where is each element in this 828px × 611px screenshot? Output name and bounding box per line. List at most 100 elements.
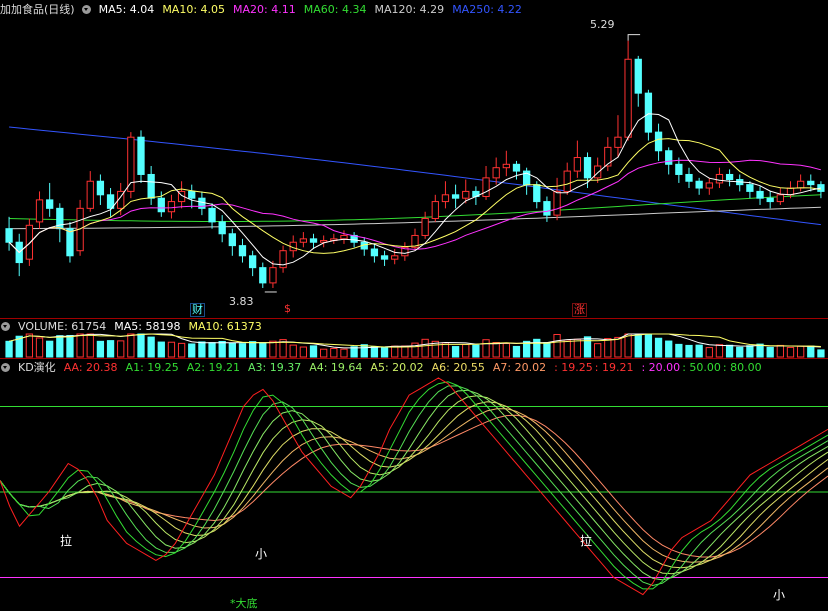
limit-up-event-marker[interactable]: 涨 [572,303,587,317]
volume-bar [320,348,328,358]
kd-signal-xiao-2: 小 [773,588,786,602]
candle-body [147,173,155,199]
volume-bar [725,344,734,358]
candle-body [35,199,44,223]
volume-bar [807,345,815,358]
dollar-event-marker[interactable]: $ [284,303,291,315]
candle-body [807,180,815,186]
candle-body [391,255,399,260]
volume-bar [330,347,338,358]
low-price-marker: 3.83 [229,295,254,308]
volume-bar [543,342,551,358]
volume-bar [644,333,653,358]
kd-aa-label: AA: 20.38 [63,361,118,374]
volume-bar [127,333,135,358]
candle-body [796,180,805,189]
volume-bar [66,334,74,358]
kd-a7-label: A7: 20.02 [492,361,547,374]
volume-bar [736,346,744,358]
kd-title: KD演化 [18,361,56,374]
volume-bar [492,341,500,358]
candle-body [167,201,176,213]
ma5-label: MA5: 4.04 [98,3,155,16]
collapse-toggle-icon[interactable] [81,5,91,14]
candle-body [86,180,94,209]
candle-body [137,136,145,175]
candle-body [695,180,703,189]
kd-v2-label: : 19.21 [594,361,634,374]
candle-body [188,190,196,199]
volume-bar [624,333,632,358]
candle-body [299,238,308,243]
kd-a5-line [0,401,828,569]
kd-a4-label: A4: 19.64 [309,361,363,374]
candle-body [66,228,74,257]
candle-body [25,224,34,260]
candle-body [259,267,267,284]
volume-bar [248,341,257,358]
finance-event-marker[interactable]: 财 [190,303,205,317]
candle-body [776,194,784,203]
volume-bar [299,346,308,358]
candle-body [685,173,693,182]
candle-body [756,190,764,199]
candle-body [421,218,429,236]
kd-a1-line [0,381,828,590]
volume-bar [360,344,368,358]
kd-signal-la-2: 拉 [580,534,593,548]
kd-panel-header: KD演化 AA: 20.38 A1: 19.25 A2: 19.21 A3: 19.37… [0,360,770,376]
volume-bar [665,340,673,358]
volume-bar [462,344,470,358]
candle-body [634,58,642,94]
volume-bar [380,346,389,358]
volume-panel-header: VOLUME: 61754 MA5: 58198 MA10: 61373 [0,319,270,335]
kd-signal-la-1: 拉 [60,534,73,548]
candle-body [553,190,561,216]
kd-a6-label: A6: 20.55 [431,361,485,374]
volume-bar [117,340,125,358]
kd-a6-line [0,408,828,563]
volume-bar [421,338,429,358]
volume-bar [106,340,115,358]
candle-body [533,184,541,203]
volume-bar [705,347,713,358]
candle-body [309,238,318,243]
volume-bar [218,340,226,358]
volume-bar [188,343,196,358]
volume-bar [604,338,612,358]
volume-bar [309,345,318,358]
volume-bar [259,342,267,358]
volume-bar [228,342,236,358]
candle-body [675,163,683,175]
candle-body [512,163,521,172]
candle-body [238,245,247,257]
candle-body [715,173,724,184]
candle-body [208,207,216,223]
kd-v3-label: : 20.00 [641,361,681,374]
stock-chart [0,34,828,596]
kd-a5-label: A5: 20.02 [370,361,424,374]
collapse-toggle-icon[interactable] [1,322,10,331]
volume-bar [786,346,795,358]
volume-bar [675,343,683,358]
volume-bar [25,333,34,358]
candle-body [725,173,734,181]
collapse-toggle-icon[interactable] [1,363,10,372]
kd-a3-label: A3: 19.37 [247,361,302,374]
volume-bar [594,343,602,358]
kd-a1-label: A1: 19.25 [125,361,179,374]
candle-body [380,255,389,260]
candle-body [614,136,622,148]
volume-bar [817,349,825,358]
volume-bar [147,336,155,358]
volume-bar [46,340,54,358]
candle-body [451,194,460,199]
candle-body [594,165,602,179]
candle-body [340,234,348,240]
volume-bar [76,333,84,358]
high-price-marker: 5.29 [590,18,615,31]
candle-body [746,184,754,192]
ma250-label: MA250: 4.22 [452,3,522,16]
kd-v5-label: : 80.00 [722,361,762,374]
volume-bar [238,343,247,358]
